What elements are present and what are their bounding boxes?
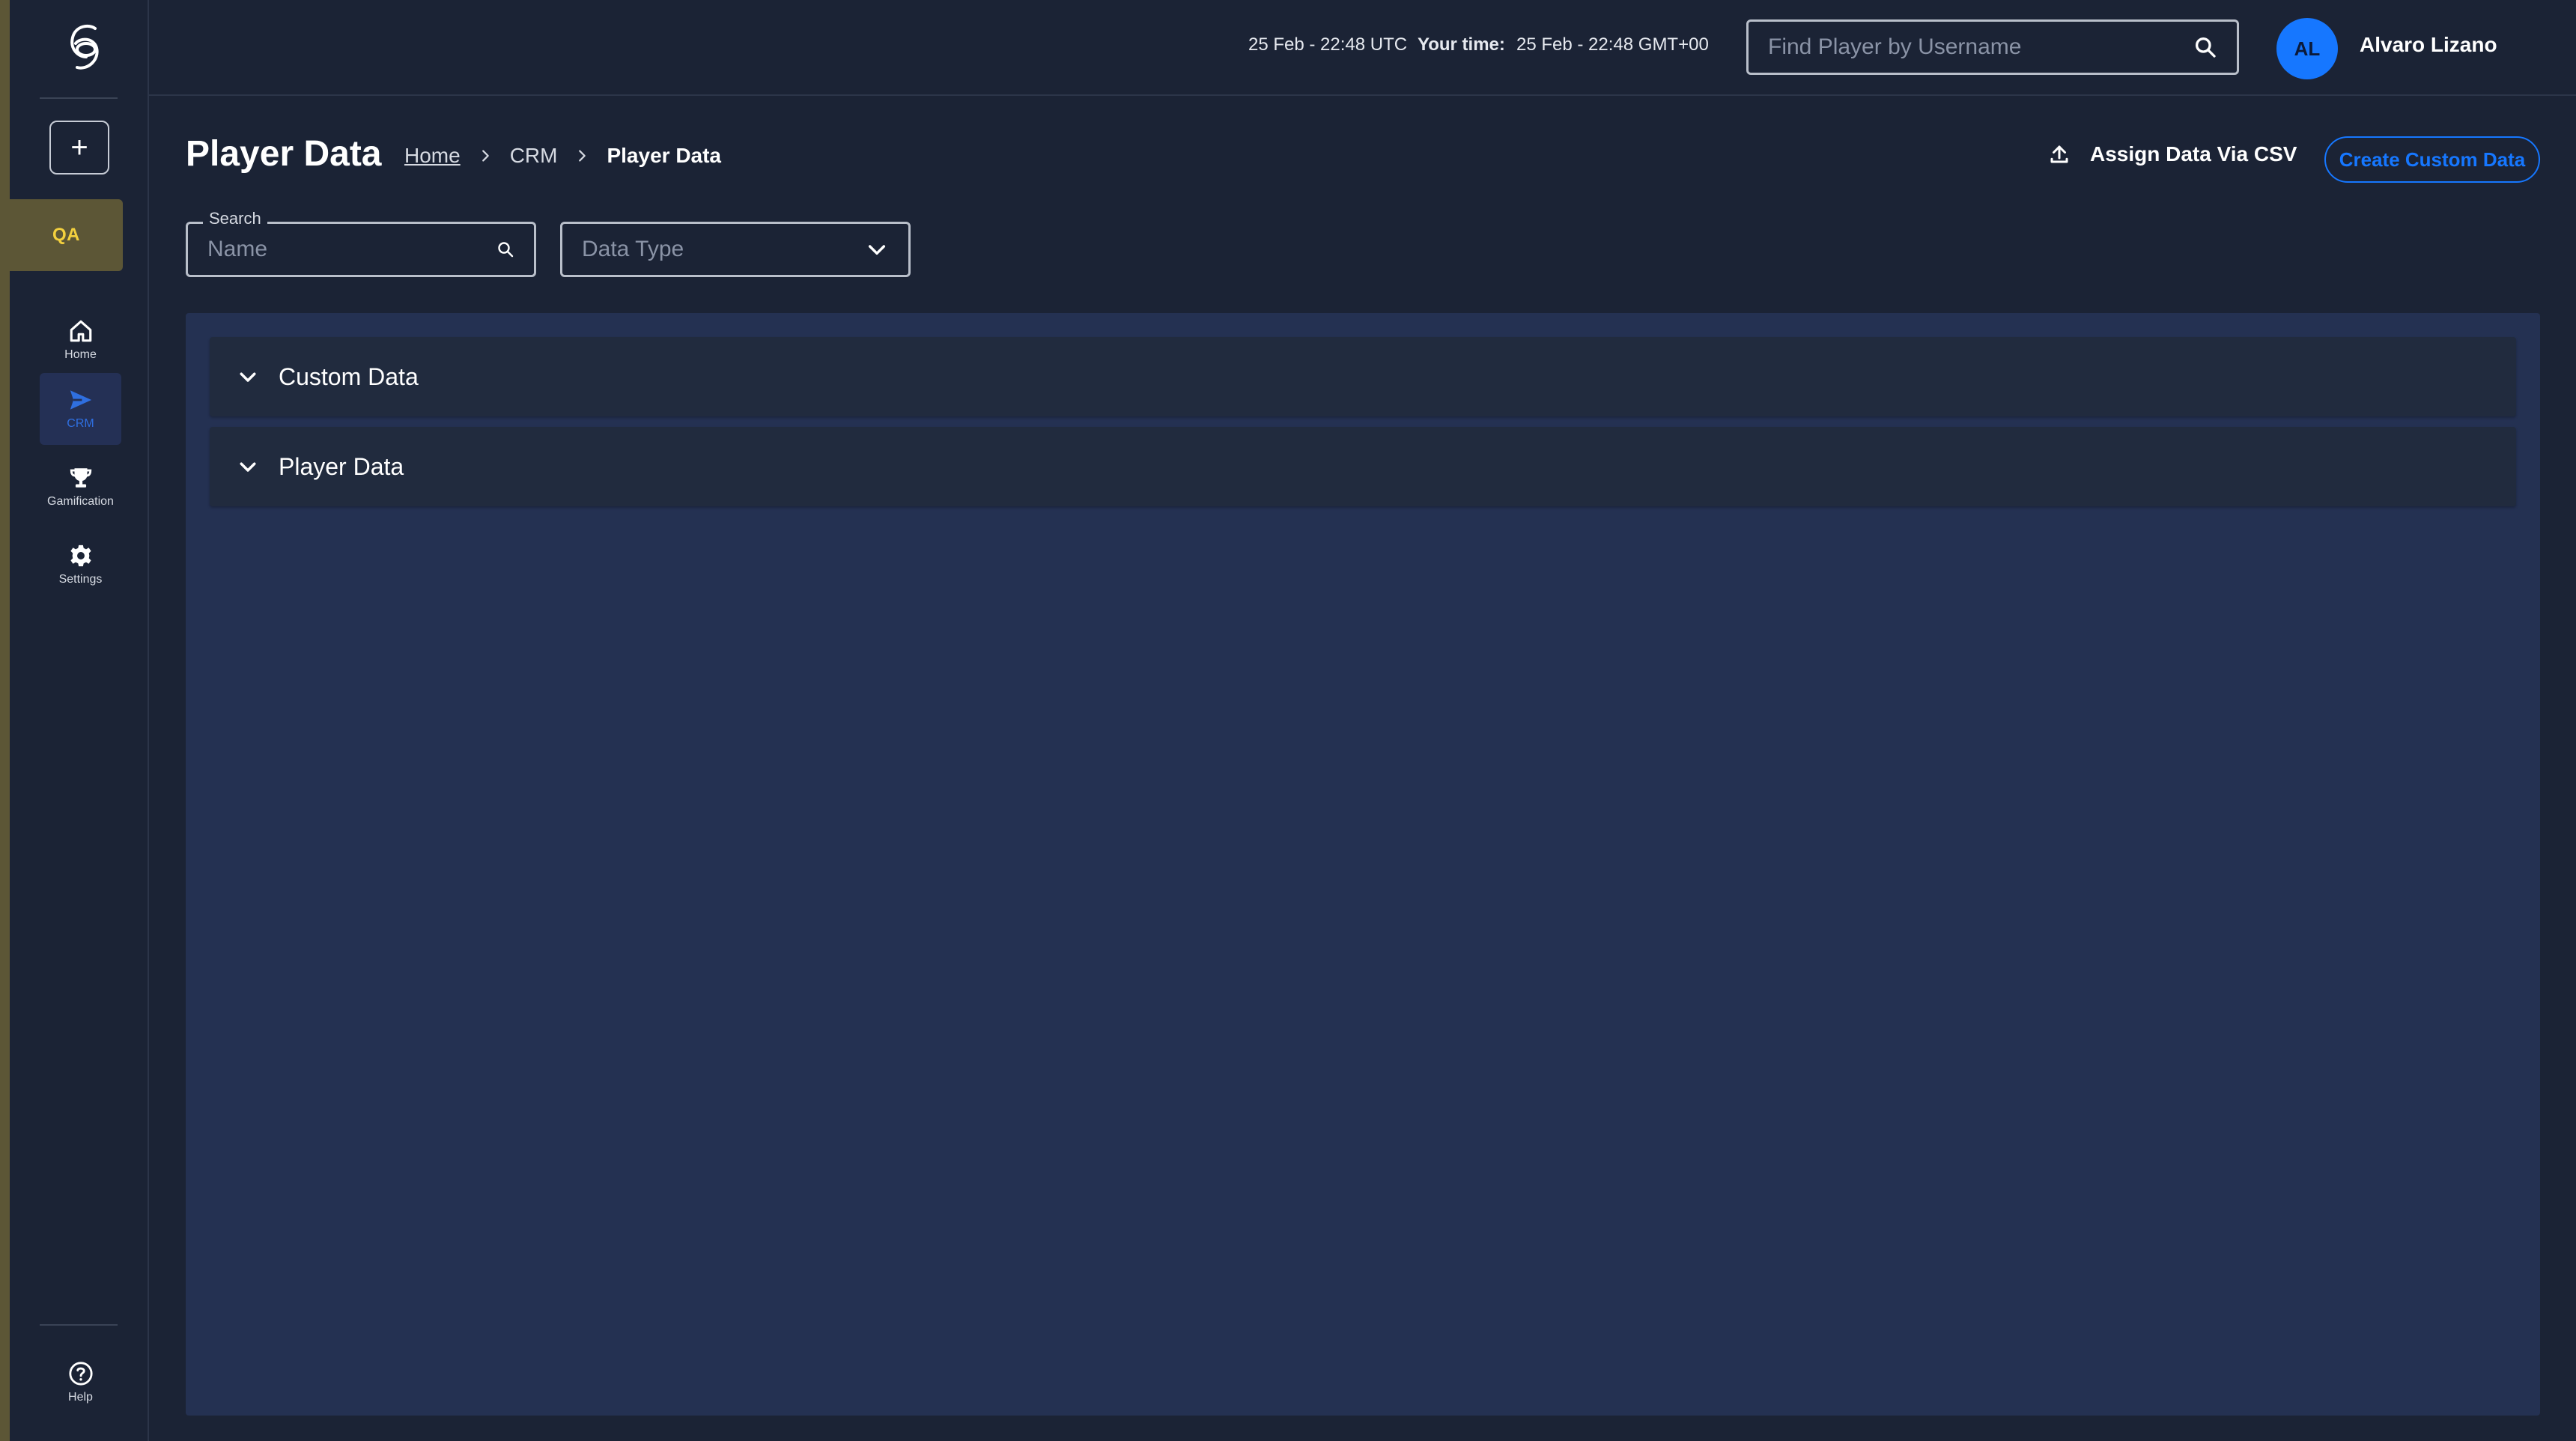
chevron-down-icon: [240, 372, 256, 382]
data-type-placeholder: Data Type: [582, 237, 684, 261]
sidebar-item-label: Gamification: [47, 495, 114, 508]
app-root: + QA Home CRM Gamification Settings Help…: [0, 0, 2576, 1441]
sidebar-item-settings[interactable]: Settings: [40, 529, 121, 601]
accordion-label: Custom Data: [279, 362, 419, 390]
sidebar-item-label: Settings: [58, 573, 103, 586]
top-bar: 25 Feb - 22:48 UTC Your time: 25 Feb - 2…: [149, 0, 2576, 96]
content-panel: Custom Data Player Data: [186, 313, 2540, 1416]
home-icon: [70, 320, 91, 342]
search-field: Search: [186, 209, 536, 277]
avatar[interactable]: AL: [2276, 18, 2338, 79]
chevron-right-icon: [482, 150, 489, 162]
brand-g-logo-icon[interactable]: [65, 21, 106, 75]
data-type-select[interactable]: Data Type: [560, 222, 911, 277]
trophy-icon: [70, 468, 91, 488]
sidebar-item-label: Home: [64, 348, 97, 361]
create-new-button[interactable]: +: [49, 121, 109, 175]
environment-badge[interactable]: QA: [10, 199, 123, 271]
breadcrumb-crm-link[interactable]: CRM: [510, 144, 558, 168]
gear-icon: [70, 544, 91, 567]
upload-icon: [2050, 145, 2068, 163]
accordion-label: Player Data: [279, 452, 404, 480]
sidebar-item-gamification[interactable]: Gamification: [40, 451, 121, 523]
breadcrumb: Home CRM Player Data: [404, 144, 721, 168]
chevron-down-icon: [868, 245, 886, 255]
sidebar-item-help[interactable]: Help: [40, 1347, 121, 1419]
sidebar-item-label: Help: [68, 1391, 93, 1404]
search-field-legend: Search: [203, 209, 267, 228]
assign-data-csv-button[interactable]: Assign Data Via CSV: [2048, 142, 2297, 166]
sidebar-item-home[interactable]: Home: [40, 304, 121, 376]
sidebar-item-crm[interactable]: CRM: [40, 373, 121, 445]
create-custom-data-button[interactable]: Create Custom Data: [2324, 136, 2540, 183]
accordion-custom-data[interactable]: Custom Data: [210, 337, 2516, 416]
find-player-input[interactable]: [1768, 34, 2193, 60]
help-icon: [68, 1362, 93, 1386]
sidebar: + QA Home CRM Gamification Settings Help: [10, 0, 149, 1441]
chevron-right-icon: [579, 150, 586, 162]
breadcrumb-home-link[interactable]: Home: [404, 144, 461, 168]
utc-time: 25 Feb - 22:48 UTC: [1248, 34, 1408, 55]
page-title: Player Data: [186, 134, 382, 174]
sidebar-item-label: CRM: [67, 417, 94, 430]
search-input[interactable]: [207, 237, 496, 262]
your-time-label: Your time:: [1418, 34, 1505, 55]
chevron-down-icon: [240, 462, 256, 472]
search-icon[interactable]: [2193, 35, 2217, 59]
local-time: 25 Feb - 22:48 GMT+00: [1516, 34, 1709, 55]
sidebar-divider: [40, 1324, 118, 1326]
find-player-field: [1746, 19, 2239, 75]
accordion-player-data[interactable]: Player Data: [210, 427, 2516, 506]
send-icon: [70, 390, 91, 410]
environment-accent-strip: [0, 0, 10, 1441]
user-name[interactable]: Alvaro Lizano: [2360, 33, 2497, 57]
sidebar-divider: [40, 97, 118, 99]
assign-data-csv-label: Assign Data Via CSV: [2090, 142, 2297, 166]
breadcrumb-current: Player Data: [607, 144, 722, 167]
search-icon[interactable]: [496, 234, 514, 264]
